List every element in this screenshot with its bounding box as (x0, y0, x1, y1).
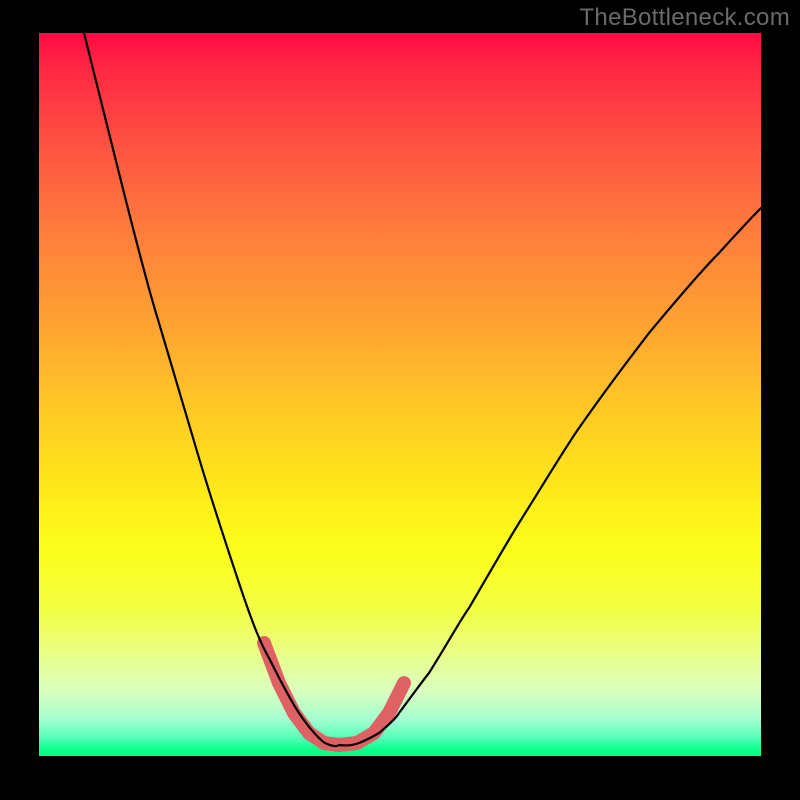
plot-area (39, 33, 761, 756)
watermark-text: TheBottleneck.com (579, 4, 790, 32)
bottleneck-curve-path (84, 33, 761, 746)
chart-stage: TheBottleneck.com (0, 0, 800, 800)
curve-layer (39, 33, 761, 756)
